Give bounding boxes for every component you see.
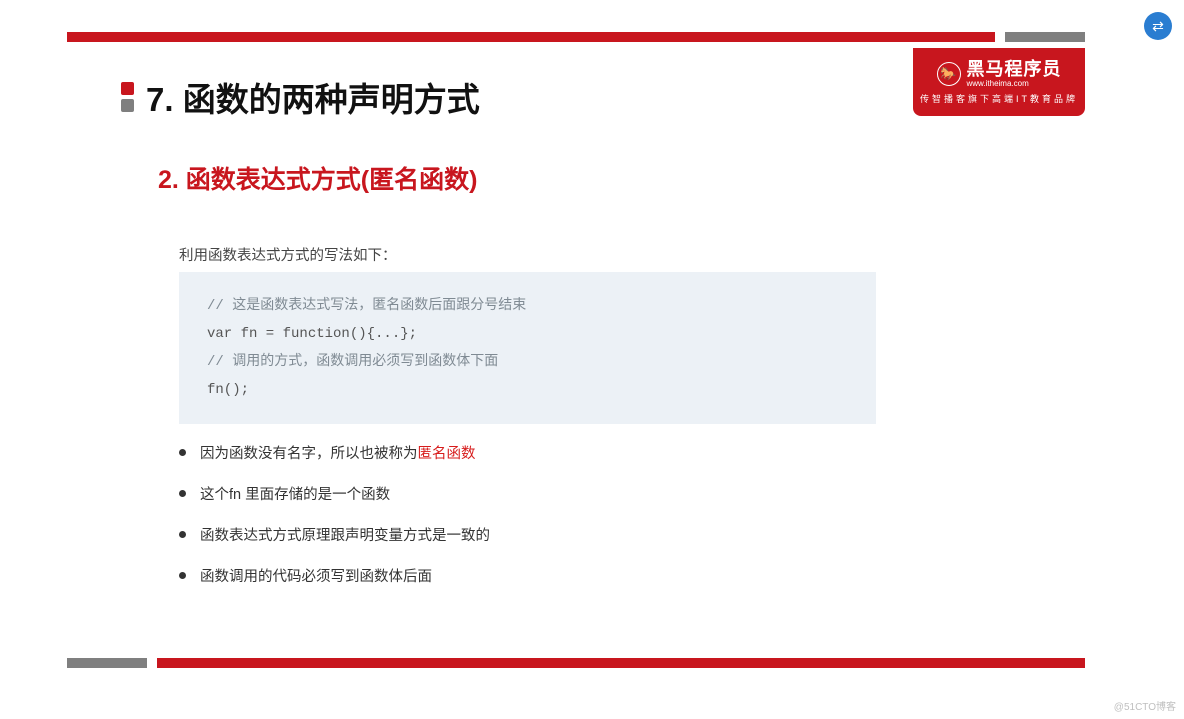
bottom-accent-bar <box>67 658 1085 668</box>
code-line-1: // 这是函数表达式写法，匿名函数后面跟分号结束 <box>207 292 848 320</box>
top-bar-gray-segment <box>1005 32 1085 42</box>
bullet-dot-icon <box>179 572 186 579</box>
list-item: 函数调用的代码必须写到函数体后面 <box>179 565 879 586</box>
bottom-bar-gray-segment <box>67 658 147 668</box>
code-line-2: var fn = function(){...}; <box>207 320 848 348</box>
horse-icon: 🐎 <box>940 66 956 82</box>
main-title: 7. 函数的两种声明方式 <box>146 73 480 121</box>
bullet-text: 函数调用的代码必须写到函数体后面 <box>200 565 432 586</box>
brand-logo-row: 🐎 黑马程序员 www.itheima.com <box>937 60 1062 88</box>
list-item: 因为函数没有名字，所以也被称为匿名函数 <box>179 442 879 463</box>
code-block: // 这是函数表达式写法，匿名函数后面跟分号结束 var fn = functi… <box>179 272 876 424</box>
bottom-bar-gap <box>147 658 157 668</box>
brand-title: 黑马程序员 <box>967 60 1062 78</box>
top-bar-gap <box>995 32 1005 42</box>
top-accent-bar <box>67 32 1085 42</box>
list-item: 函数表达式方式原理跟声明变量方式是一致的 <box>179 524 879 545</box>
brand-badge: 🐎 黑马程序员 www.itheima.com 传智播客旗下高端IT教育品牌 <box>913 48 1085 116</box>
highlight-text: 匿名函数 <box>418 446 476 462</box>
brand-logo-circle: 🐎 <box>937 62 961 86</box>
top-bar-red-segment <box>67 32 995 42</box>
bullet-dot-icon <box>179 531 186 538</box>
code-line-3: // 调用的方式，函数调用必须写到函数体下面 <box>207 348 848 376</box>
bullet-text: 因为函数没有名字，所以也被称为匿名函数 <box>200 442 476 463</box>
bullet-dot-icon <box>179 490 186 497</box>
list-item: 这个fn 里面存储的是一个函数 <box>179 483 879 504</box>
brand-url: www.itheima.com <box>967 80 1062 88</box>
slide-container: 🐎 黑马程序员 www.itheima.com 传智播客旗下高端IT教育品牌 7… <box>55 0 1097 700</box>
bullet-dot-icon <box>179 449 186 456</box>
brand-text-group: 黑马程序员 www.itheima.com <box>967 60 1062 88</box>
bullet-square-gray <box>121 99 134 112</box>
bottom-bar-red-segment <box>157 658 1085 668</box>
bullet-text: 这个fn 里面存储的是一个函数 <box>200 483 390 504</box>
bullet-square-red <box>121 82 134 95</box>
brand-slogan: 传智播客旗下高端IT教育品牌 <box>920 92 1078 105</box>
description-text: 利用函数表达式方式的写法如下： <box>179 244 397 265</box>
translate-button[interactable]: ⇄ <box>1144 12 1172 40</box>
watermark-text: @51CTO博客 <box>1114 698 1176 713</box>
section-subtitle: 2. 函数表达式方式(匿名函数) <box>158 160 477 196</box>
main-title-row: 7. 函数的两种声明方式 <box>121 73 480 121</box>
translate-icon: ⇄ <box>1152 18 1164 35</box>
code-line-4: fn(); <box>207 376 848 404</box>
bullet-list: 因为函数没有名字，所以也被称为匿名函数 这个fn 里面存储的是一个函数 函数表达… <box>179 442 879 606</box>
bullet-text: 函数表达式方式原理跟声明变量方式是一致的 <box>200 524 490 545</box>
title-bullet-stack <box>121 82 134 112</box>
